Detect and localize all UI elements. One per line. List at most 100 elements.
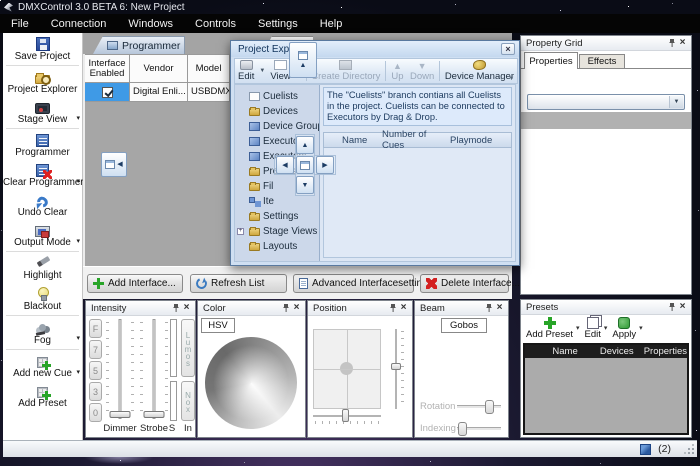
- sidebar-item-fog[interactable]: Fog ▾: [3, 317, 82, 348]
- presets-panel-header[interactable]: Presets ×: [521, 300, 691, 315]
- tree-item-devices[interactable]: Devices: [235, 104, 319, 119]
- tab-properties[interactable]: Properties: [524, 52, 578, 69]
- rotation-slider-handle[interactable]: [485, 400, 494, 414]
- sidebar-item-blackout[interactable]: Blackout: [3, 283, 82, 314]
- column-interface-enabled[interactable]: Interface Enabled: [85, 54, 130, 83]
- fader-preset-50-button[interactable]: 5: [89, 361, 102, 380]
- pin-icon[interactable]: [171, 304, 181, 312]
- dock-down-icon[interactable]: ▼: [296, 176, 314, 194]
- dock-up-icon[interactable]: ▲: [296, 136, 314, 154]
- sidebar-item-add-preset[interactable]: Add Preset: [3, 381, 82, 411]
- speed-bar-bottom[interactable]: [170, 381, 177, 421]
- dropdown-arrow-icon[interactable]: ▾: [604, 324, 608, 332]
- tab-effects[interactable]: Effects: [579, 54, 625, 69]
- menu-file[interactable]: File: [0, 14, 40, 33]
- column-playmode[interactable]: Playmode: [450, 135, 511, 146]
- title-bar[interactable]: DMXControl 3.0 BETA 6: New Project: [0, 0, 700, 14]
- tilt-slider-handle[interactable]: [391, 363, 401, 370]
- dock-top-icon[interactable]: ▲: [289, 42, 317, 78]
- dimmer-fader-handle[interactable]: [110, 411, 131, 418]
- tree-item-stage-views[interactable]: +Stage Views: [235, 224, 319, 239]
- dropdown-arrow-icon[interactable]: ▾: [576, 324, 580, 332]
- indexing-slider[interactable]: [457, 427, 501, 430]
- pin-icon[interactable]: [388, 304, 398, 312]
- sidebar-item-save-project[interactable]: Save Project: [3, 33, 82, 64]
- menu-windows[interactable]: Windows: [117, 14, 184, 33]
- cuelist-table-body[interactable]: [323, 148, 512, 258]
- interface-model-cell[interactable]: USBDMX: [188, 83, 230, 102]
- add-preset-button[interactable]: Add Preset: [523, 316, 576, 341]
- sidebar-item-highlight[interactable]: Highlight: [3, 253, 82, 283]
- speed-bar-top[interactable]: [170, 319, 177, 377]
- expand-plus-icon[interactable]: +: [237, 228, 244, 235]
- close-icon[interactable]: ×: [677, 38, 688, 48]
- close-icon[interactable]: ×: [677, 302, 688, 312]
- gobos-tab[interactable]: Gobos: [441, 318, 487, 333]
- tab-programmer[interactable]: Programmer: [93, 36, 185, 54]
- beam-panel-header[interactable]: Beam ×: [415, 301, 508, 316]
- menu-controls[interactable]: Controls: [184, 14, 247, 33]
- sidebar-item-clear-programmer[interactable]: Clear Programmer ▾: [3, 160, 82, 190]
- edit-button[interactable]: Edit: [235, 59, 257, 83]
- sidebar-item-output-mode[interactable]: Output Mode ▾: [3, 220, 82, 250]
- lumos-button[interactable]: Lumos: [181, 319, 195, 377]
- chevron-down-icon[interactable]: ▼: [669, 96, 683, 108]
- close-icon[interactable]: ×: [501, 43, 515, 55]
- dropdown-arrow-icon[interactable]: ▾: [76, 177, 80, 185]
- dock-left-icon[interactable]: ◀: [276, 156, 294, 174]
- refresh-list-button[interactable]: Refresh List: [190, 274, 287, 293]
- sidebar-item-project-explorer[interactable]: Project Explorer: [3, 67, 82, 97]
- edit-preset-button[interactable]: Edit: [582, 316, 604, 341]
- sidebar-item-programmer[interactable]: Programmer: [3, 130, 82, 160]
- dimmer-fader[interactable]: [105, 319, 135, 419]
- rotation-slider[interactable]: [457, 405, 501, 408]
- menu-connection[interactable]: Connection: [40, 14, 118, 33]
- interface-vendor-cell[interactable]: Digital Enli...: [130, 83, 188, 102]
- menu-settings[interactable]: Settings: [247, 14, 309, 33]
- pin-icon[interactable]: [281, 304, 291, 312]
- menu-help[interactable]: Help: [309, 14, 354, 33]
- column-model[interactable]: Model: [188, 54, 230, 83]
- create-directory-button[interactable]: Create Directory: [308, 59, 383, 83]
- hsv-tab[interactable]: HSV: [201, 318, 235, 333]
- pin-icon[interactable]: [667, 39, 677, 47]
- interface-enabled-cell[interactable]: [85, 83, 130, 102]
- tree-item-inputs[interactable]: Ite: [235, 194, 319, 209]
- interface-status-icon[interactable]: [640, 444, 651, 455]
- dropdown-arrow-icon[interactable]: ▾: [76, 237, 80, 245]
- indexing-slider-handle[interactable]: [458, 422, 467, 436]
- sidebar-item-undo-clear[interactable]: Undo Clear: [3, 190, 82, 220]
- add-interface-button[interactable]: Add Interface...: [87, 274, 183, 293]
- fader-preset-75-button[interactable]: 7: [89, 340, 102, 359]
- tree-item-layouts[interactable]: Layouts: [235, 239, 319, 254]
- pan-slider-handle[interactable]: [342, 409, 349, 422]
- up-button[interactable]: ▲ Up: [388, 59, 407, 83]
- nox-button[interactable]: Nox: [181, 381, 195, 421]
- down-button[interactable]: ▼ Down: [407, 59, 437, 83]
- hsv-color-wheel[interactable]: [205, 337, 297, 429]
- fader-preset-zero-button[interactable]: 0: [89, 403, 102, 422]
- strobe-fader-handle[interactable]: [144, 411, 165, 418]
- resize-grip[interactable]: [685, 445, 694, 454]
- column-vendor[interactable]: Vendor: [130, 54, 188, 83]
- delete-interface-button[interactable]: Delete Interface...: [420, 274, 509, 293]
- column-name[interactable]: Name: [552, 346, 599, 357]
- device-manager-button[interactable]: Device Manager: [442, 59, 517, 83]
- dropdown-arrow-icon[interactable]: ▾: [76, 334, 80, 342]
- close-icon[interactable]: ×: [181, 303, 192, 313]
- strobe-fader[interactable]: [139, 319, 169, 419]
- sidebar-item-stage-view[interactable]: Stage View ▾: [3, 97, 82, 127]
- close-icon[interactable]: ×: [398, 303, 409, 313]
- tree-item-settings[interactable]: Settings: [235, 209, 319, 224]
- column-name[interactable]: Name: [342, 135, 382, 146]
- dropdown-arrow-icon[interactable]: ▾: [76, 368, 80, 376]
- pan-tilt-pad[interactable]: [313, 329, 381, 409]
- dropdown-arrow-icon[interactable]: ▾: [639, 324, 643, 332]
- interface-row[interactable]: Digital Enli... USBDMX: [85, 83, 230, 102]
- pan-tilt-handle[interactable]: [340, 362, 353, 375]
- dock-right-icon[interactable]: ▶: [316, 156, 334, 174]
- position-panel-header[interactable]: Position ×: [308, 301, 412, 316]
- color-panel-header[interactable]: Color ×: [198, 301, 305, 316]
- pin-icon[interactable]: [667, 303, 677, 311]
- toolbar-overflow-icon[interactable]: ▼: [507, 70, 516, 82]
